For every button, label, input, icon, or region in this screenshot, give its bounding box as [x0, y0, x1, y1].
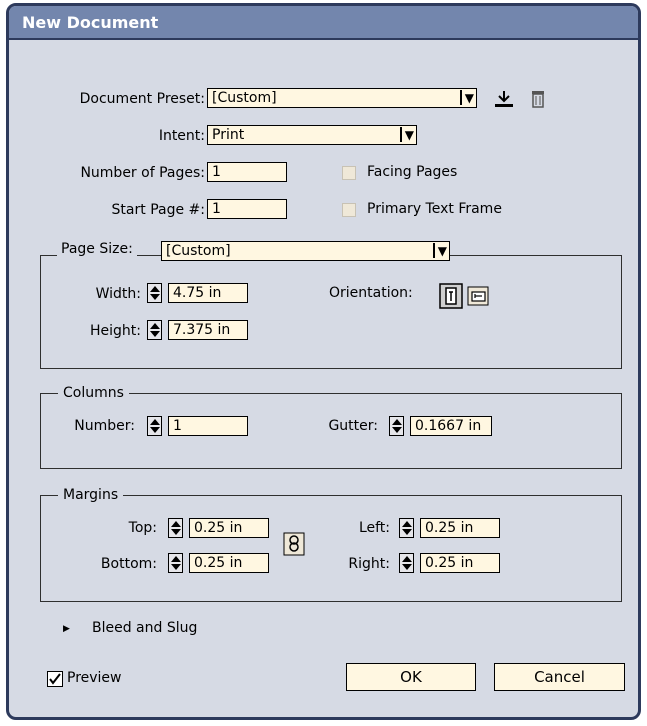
- intent-dropdown[interactable]: Print ▼: [207, 125, 417, 145]
- preview-label: Preview: [67, 670, 122, 686]
- height-stepper[interactable]: [147, 320, 162, 340]
- dropdown-divider: [460, 90, 462, 105]
- height-label: Height:: [90, 323, 141, 339]
- margins-title: Margins: [58, 487, 124, 503]
- window-title: New Document: [22, 13, 159, 32]
- chevron-down-icon: ▼: [437, 244, 447, 258]
- disclosure-triangle-icon[interactable]: ▶: [63, 624, 70, 634]
- intent-value: Print: [212, 127, 245, 143]
- gutter-input[interactable]: 0.1667 in: [410, 416, 492, 436]
- primary-text-frame-label: Primary Text Frame: [367, 201, 502, 217]
- ok-button[interactable]: OK: [346, 663, 476, 691]
- width-input[interactable]: 4.75 in: [168, 283, 248, 303]
- document-preset-dropdown[interactable]: [Custom] ▼: [207, 88, 477, 108]
- page-size-dropdown[interactable]: [Custom] ▼: [161, 241, 450, 261]
- margin-left-input[interactable]: 0.25 in: [420, 518, 500, 538]
- number-of-pages-label: Number of Pages:: [80, 165, 205, 181]
- landscape-orientation-icon[interactable]: [467, 286, 489, 310]
- primary-text-frame-checkbox[interactable]: [342, 203, 356, 217]
- margins-group: [40, 495, 622, 602]
- trash-icon[interactable]: [529, 89, 547, 113]
- orientation-label: Orientation:: [329, 285, 413, 301]
- chevron-down-icon: ▼: [404, 128, 414, 142]
- margin-right-input[interactable]: 0.25 in: [420, 553, 500, 573]
- margin-left-label: Left:: [358, 520, 390, 536]
- document-preset-label: Document Preset:: [79, 91, 205, 107]
- document-preset-value: [Custom]: [212, 90, 277, 106]
- margin-left-stepper[interactable]: [399, 518, 414, 538]
- dropdown-divider: [433, 243, 435, 258]
- preview-checkbox[interactable]: [47, 671, 63, 687]
- title-bar[interactable]: New Document: [9, 6, 638, 40]
- save-preset-icon[interactable]: [493, 89, 515, 113]
- gutter-label: Gutter:: [328, 418, 378, 434]
- margin-right-stepper[interactable]: [399, 553, 414, 573]
- start-page-input[interactable]: 1: [207, 199, 287, 219]
- portrait-orientation-icon[interactable]: [439, 283, 463, 313]
- page-size-value: [Custom]: [166, 243, 231, 259]
- checkmark-icon: [49, 673, 61, 685]
- page-size-group: [40, 255, 622, 369]
- facing-pages-label: Facing Pages: [367, 164, 458, 180]
- bleed-and-slug-toggle[interactable]: Bleed and Slug: [92, 620, 197, 636]
- number-of-pages-input[interactable]: 1: [207, 162, 287, 182]
- new-document-dialog: New Document Document Preset: [Custom] ▼…: [6, 3, 641, 720]
- width-label: Width:: [95, 286, 141, 302]
- dropdown-divider: [400, 127, 402, 142]
- facing-pages-checkbox[interactable]: [342, 166, 356, 180]
- chevron-down-icon: ▼: [464, 91, 474, 105]
- height-input[interactable]: 7.375 in: [168, 320, 248, 340]
- page-size-label: Page Size:: [57, 241, 137, 257]
- columns-title: Columns: [58, 385, 129, 401]
- intent-label: Intent:: [158, 128, 205, 144]
- width-stepper[interactable]: [147, 283, 162, 303]
- cancel-button[interactable]: Cancel: [494, 663, 625, 691]
- margin-right-label: Right:: [348, 556, 390, 572]
- start-page-label: Start Page #:: [111, 202, 205, 218]
- gutter-stepper[interactable]: [389, 416, 404, 436]
